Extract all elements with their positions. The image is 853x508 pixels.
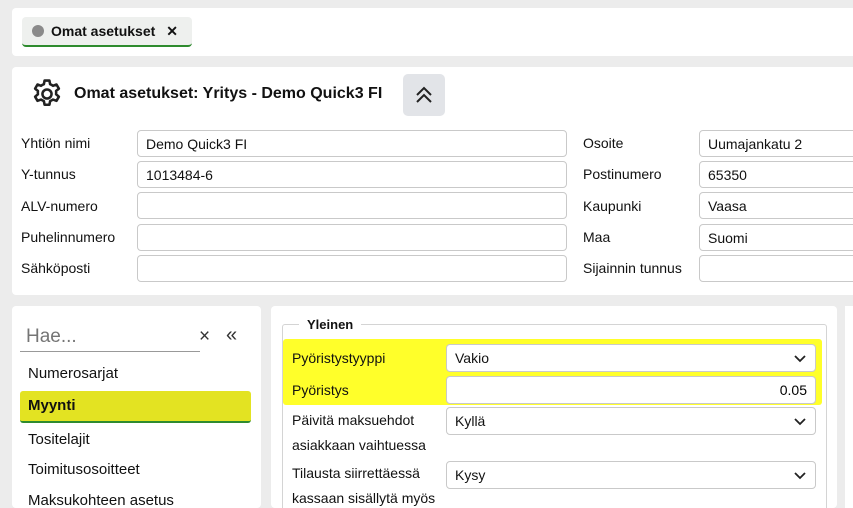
sidebar-item-maksukohteen-asetus[interactable]: Maksukohteen asetus <box>20 486 251 508</box>
label-update-terms-line2: asiakkaan vaihtuessa <box>292 437 426 453</box>
chevron-double-up-icon <box>416 86 432 103</box>
right-panel-edge <box>845 306 853 508</box>
label-maa: Maa <box>583 229 611 245</box>
update-terms-select[interactable]: Kyllä <box>446 407 816 435</box>
tab-bar: Omat asetukset ✕ <box>12 8 853 56</box>
chevron-down-icon <box>794 472 806 480</box>
rounding-type-select[interactable]: Vakio <box>446 344 816 372</box>
label-osoite: Osoite <box>583 135 624 151</box>
sidebar-item-tositelajit[interactable]: Tositelajit <box>20 425 251 457</box>
label-transfer-line2: kassaan sisällytä myös <box>292 490 436 506</box>
label-rounding-type: Pyöristystyyppi <box>292 350 386 366</box>
phone-field[interactable] <box>137 224 567 251</box>
business-id-field[interactable] <box>137 161 567 188</box>
country-field[interactable] <box>699 224 853 251</box>
search-input[interactable] <box>20 322 200 352</box>
sidebar-item-toimitusosoitteet[interactable]: Toimitusosoitteet <box>20 455 251 487</box>
transfer-to-cashier-select[interactable]: Kysy <box>446 461 816 489</box>
company-name-field[interactable] <box>137 130 567 157</box>
rounding-type-value: Vakio <box>455 350 489 366</box>
sales-settings-panel: Yleinen Pyöristystyyppi Vakio Pyöristys … <box>271 306 837 508</box>
label-y-tunnus: Y-tunnus <box>21 166 76 182</box>
rounding-field[interactable] <box>446 376 816 404</box>
label-transfer-line1: Tilausta siirrettäessä <box>292 465 420 481</box>
address-field[interactable] <box>699 130 853 157</box>
label-alv-numero: ALV-numero <box>21 198 98 214</box>
tab-label: Omat asetukset <box>51 23 156 39</box>
tab-omat-asetukset[interactable]: Omat asetukset ✕ <box>22 17 193 47</box>
chevron-down-icon <box>794 355 806 363</box>
panel-header: Omat asetukset: Yritys - Demo Quick3 FI <box>30 77 382 111</box>
label-puhelinnumero: Puhelinnumero <box>21 229 116 245</box>
label-rounding: Pyöristys <box>292 382 349 398</box>
page-title: Omat asetukset: Yritys - Demo Quick3 FI <box>74 85 383 102</box>
top-strip <box>0 0 853 8</box>
vat-number-field[interactable] <box>137 192 567 219</box>
label-yhtion-nimi: Yhtiön nimi <box>21 135 91 151</box>
update-terms-value: Kyllä <box>455 413 486 429</box>
tab-status-dot-icon <box>32 25 44 37</box>
settings-sidebar: × « Numerosarjat Myynti Tositelajit Toim… <box>12 306 261 508</box>
chevron-down-icon <box>794 418 806 426</box>
label-kaupunki: Kaupunki <box>583 198 642 214</box>
company-settings-panel: Omat asetukset: Yritys - Demo Quick3 FI … <box>12 67 853 295</box>
sidebar-item-myynti[interactable]: Myynti <box>20 391 251 423</box>
label-sijainnin-tunnus: Sijainnin tunnus <box>583 260 682 276</box>
label-postinumero: Postinumero <box>583 166 662 182</box>
collapse-sidebar-icon[interactable]: « <box>226 324 237 347</box>
postal-code-field[interactable] <box>699 161 853 188</box>
label-sahkoposti: Sähköposti <box>21 260 91 276</box>
sidebar-item-numerosarjat[interactable]: Numerosarjat <box>20 359 251 391</box>
location-id-field[interactable] <box>699 255 853 282</box>
collapse-header-button[interactable] <box>403 74 445 116</box>
clear-search-icon[interactable]: × <box>199 326 210 348</box>
email-field[interactable] <box>137 255 567 282</box>
city-field[interactable] <box>699 192 853 219</box>
general-legend: Yleinen <box>299 317 362 332</box>
label-update-terms-line1: Päivitä maksuehdot <box>292 412 415 428</box>
gear-icon <box>33 79 61 107</box>
transfer-to-cashier-value: Kysy <box>455 467 486 483</box>
tab-close-icon[interactable]: ✕ <box>166 23 178 40</box>
